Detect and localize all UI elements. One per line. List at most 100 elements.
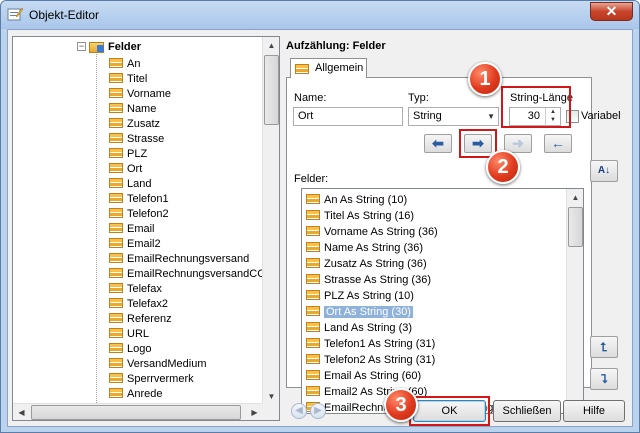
title-bar[interactable]: Objekt-Editor ✕ [1,1,639,29]
field-icon [109,133,123,143]
tree-item[interactable]: Strasse [109,132,164,147]
tree-item[interactable]: EmailRechnungsversandCC [109,267,263,282]
chevron-down-icon[interactable]: ▼ [487,108,495,125]
nav-back-icon[interactable]: ◀ [291,403,307,419]
tree-hscroll-thumb[interactable] [31,405,241,420]
tree-item[interactable]: Sperrvermerk [109,372,194,387]
type-select[interactable]: String ▼ [408,107,499,126]
field-icon [306,386,320,396]
field-icon [295,64,309,74]
tree-item[interactable]: Telefax2 [109,297,168,312]
folder-icon [89,40,104,53]
scrollbar-corner [262,403,279,420]
collapse-icon[interactable]: − [77,42,86,51]
move-up-button[interactable]: ⮤ [590,336,618,358]
tree-item-label: Zusatz [127,118,161,130]
field-icon [109,253,123,263]
tree-item-label: Telefon2 [127,208,169,220]
tree-item[interactable]: An [109,57,140,72]
list-item-label: Telefon1 As String (31) [324,338,436,350]
list-item[interactable]: Name As String (36) [306,240,423,256]
tree-item-label: Name [127,103,157,115]
tab-allgemein[interactable]: Allgemein [290,58,367,78]
field-icon [109,373,123,383]
list-item[interactable]: Strasse As String (36) [306,272,431,288]
list-scroll-thumb[interactable] [568,207,583,247]
tree-item[interactable]: Titel [109,72,147,87]
list-item[interactable]: Telefon1 As String (31) [306,336,435,352]
list-item[interactable]: Land As String (3) [306,320,412,336]
tree-item[interactable]: Zusatz [109,117,160,132]
scroll-up-icon[interactable]: ▲ [263,37,280,54]
field-icon [306,370,320,380]
tree-item[interactable]: PLZ [109,147,147,162]
list-item[interactable]: Email As String (60) [306,368,421,384]
tree-item[interactable]: Email2 [109,237,161,252]
list-item[interactable]: PLZ As String (10) [306,288,414,304]
tree-item-label: Telefax2 [127,298,168,310]
objekt-editor-window: Objekt-Editor ✕ − Felder An Titel Vorname Na… [0,0,640,433]
tree-horizontal-scrollbar[interactable]: ◀ ▶ [13,403,263,420]
window-title: Objekt-Editor [29,8,100,22]
field-icon [306,322,320,332]
tree-item[interactable]: Telefax [109,282,162,297]
field-icon [109,388,123,398]
list-item[interactable]: Zusatz As String (36) [306,256,427,272]
tree-item[interactable]: Email [109,222,155,237]
tree-item[interactable]: EmailRechnungsversand [109,252,249,267]
list-item[interactable]: Telefon2 As String (31) [306,352,435,368]
name-label: Name: [294,92,327,104]
fields-listbox[interactable]: An As String (10) Titel As String (16) Vor… [301,188,584,414]
list-item[interactable]: Vorname As String (36) [306,224,438,240]
step-marker-1: 1 [468,62,502,96]
list-item-label: Vorname As String (36) [324,226,438,238]
remove-left-button[interactable]: ← [544,134,572,153]
sort-az-button[interactable]: A↓ [590,160,618,182]
window-close-button[interactable]: ✕ [590,2,633,21]
sort-az-icon: A↓ [597,165,611,176]
tree-vertical-scrollbar[interactable]: ▲ ▼ [262,37,279,405]
tree-item[interactable]: URL [109,327,149,342]
list-item-label: Telefon2 As String (31) [324,354,436,366]
field-icon [109,58,123,68]
tree-item-label: URL [127,328,150,340]
tree-item-label: PLZ [127,148,148,160]
field-icon [109,193,123,203]
tree-scroll-thumb[interactable] [264,55,279,125]
list-item[interactable]: An As String (10) [306,192,407,208]
tree-item[interactable]: Anrede [109,387,162,402]
tree-item[interactable]: Logo [109,342,151,357]
field-icon [306,306,320,316]
tree-item[interactable]: Name [109,102,156,117]
tree-item[interactable]: Telefon1 [109,192,169,207]
help-button[interactable]: Hilfe [563,400,625,422]
scroll-left-icon[interactable]: ◀ [13,404,30,421]
field-icon [109,343,123,353]
field-tree-view[interactable]: − Felder An Titel Vorname Name Zusatz Strasse P… [12,36,280,421]
field-icon [306,274,320,284]
tree-item[interactable]: Vorname [109,87,171,102]
scroll-right-icon[interactable]: ▶ [246,404,263,421]
tree-item[interactable]: VersandMedium [109,357,207,372]
step-marker-2: 2 [486,150,520,184]
field-icon [306,258,320,268]
list-vertical-scrollbar[interactable]: ▲ ▼ [566,189,583,413]
tree-node-felder[interactable]: − Felder [77,40,141,55]
field-icon [109,283,123,293]
tree-item[interactable]: Ort [109,162,142,177]
move-left-button[interactable]: ⬅ [424,134,452,153]
list-item[interactable]: Ort As String (30) [306,304,413,320]
tree-item-label: Email2 [127,238,161,250]
tab-label: Allgemein [315,62,364,74]
fields-label: Felder: [294,173,329,185]
list-scroll-up-icon[interactable]: ▲ [567,189,583,206]
move-down-button[interactable]: ⮧ [590,368,618,390]
field-icon [306,338,320,348]
nav-forward-icon[interactable]: ▶ [310,403,326,419]
tree-item[interactable]: Telefon2 [109,207,169,222]
name-input[interactable]: Ort [293,107,403,126]
close-button[interactable]: Schließen [493,400,561,422]
list-item[interactable]: Titel As String (16) [306,208,414,224]
tree-item[interactable]: Land [109,177,151,192]
tree-item[interactable]: Referenz [109,312,172,327]
